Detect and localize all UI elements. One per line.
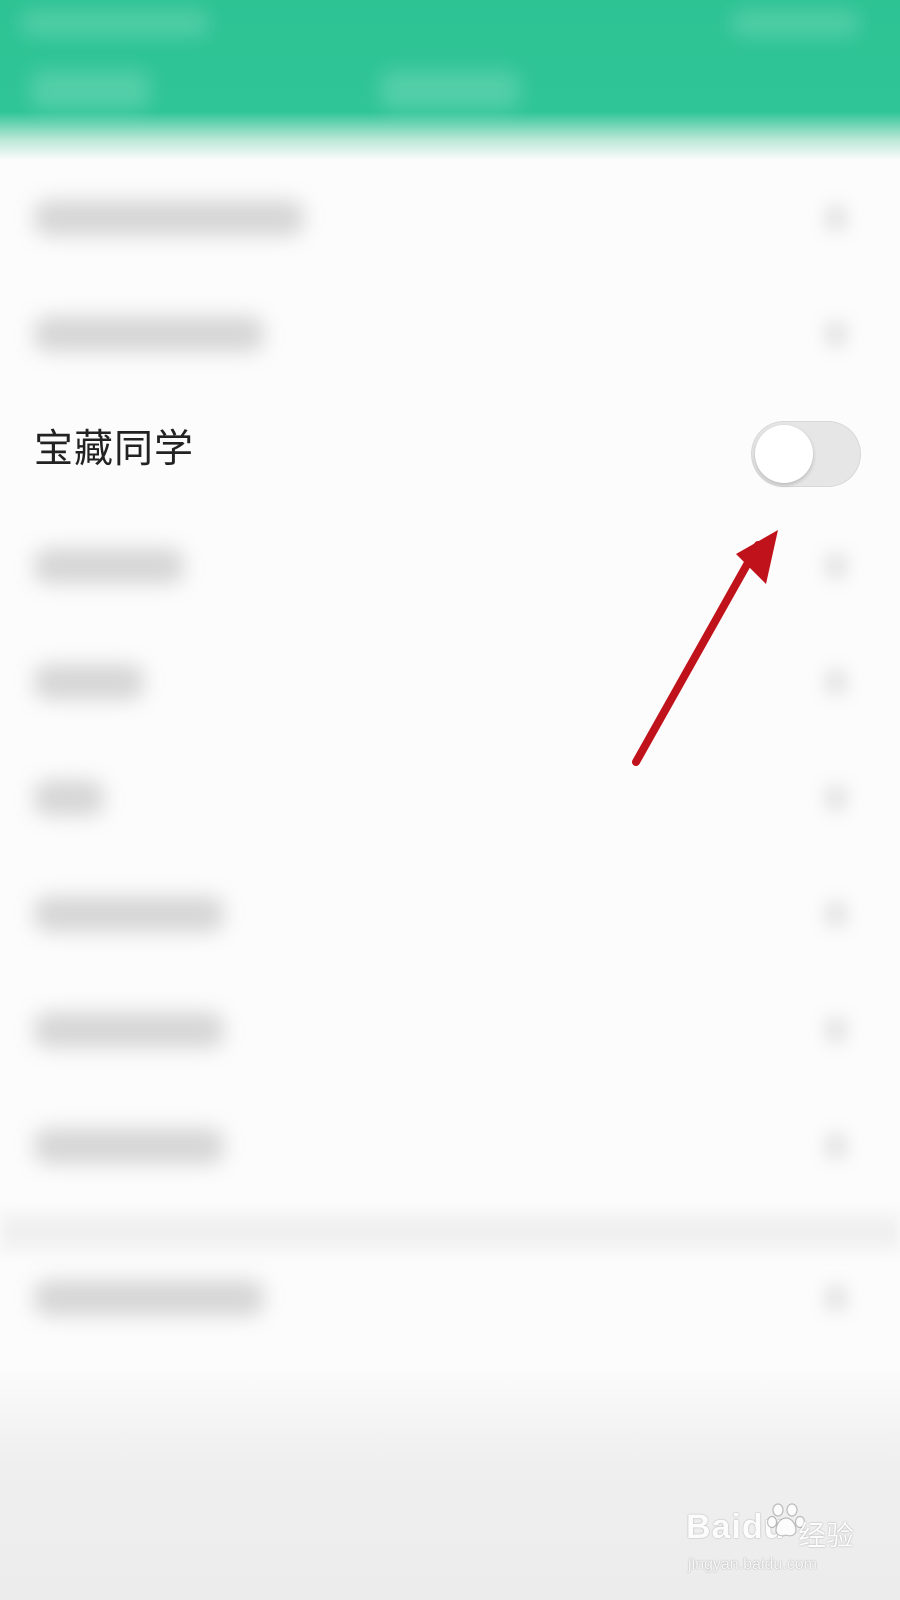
settings-row[interactable] (0, 856, 900, 972)
page-title-placeholder (380, 70, 520, 110)
blurred-label (34, 200, 304, 236)
watermark-service: 经验 (798, 1519, 855, 1552)
settings-row[interactable] (0, 1088, 900, 1204)
blurred-label (34, 1128, 224, 1164)
blurred-label (34, 896, 224, 932)
status-bar-placeholder-right (730, 10, 860, 36)
settings-list: 宝藏同学 (0, 160, 900, 1400)
top-header (0, 0, 900, 160)
settings-row[interactable] (0, 508, 900, 624)
settings-row[interactable] (0, 276, 900, 392)
chevron-right-icon (824, 320, 848, 348)
blurred-label (34, 1012, 224, 1048)
settings-row-label: 宝藏同学 (34, 427, 195, 472)
settings-row[interactable] (0, 972, 900, 1088)
watermark-url: jingyan.baidu.com (688, 1556, 817, 1573)
blurred-label (34, 316, 264, 352)
blurred-label (34, 1280, 264, 1316)
toggle-knob (755, 425, 813, 483)
blurred-label (34, 548, 184, 584)
blurred-label (34, 664, 144, 700)
chevron-right-icon (824, 1284, 848, 1312)
back-button-placeholder[interactable] (30, 70, 150, 110)
blurred-label (34, 780, 104, 816)
settings-row[interactable] (0, 160, 900, 276)
chevron-right-icon (824, 204, 848, 232)
settings-row[interactable] (0, 1240, 900, 1356)
settings-row[interactable] (0, 624, 900, 740)
chevron-right-icon (824, 900, 848, 928)
chevron-right-icon (824, 1132, 848, 1160)
chevron-right-icon (824, 668, 848, 696)
treasure-classmate-toggle[interactable] (751, 421, 861, 487)
chevron-right-icon (824, 784, 848, 812)
status-bar-placeholder (20, 10, 210, 36)
baidu-jingyan-watermark: Baidu 经验 jingyan.baidu.com (686, 1500, 876, 1590)
settings-row[interactable] (0, 740, 900, 856)
chevron-right-icon (824, 552, 848, 580)
chevron-right-icon (824, 1016, 848, 1044)
